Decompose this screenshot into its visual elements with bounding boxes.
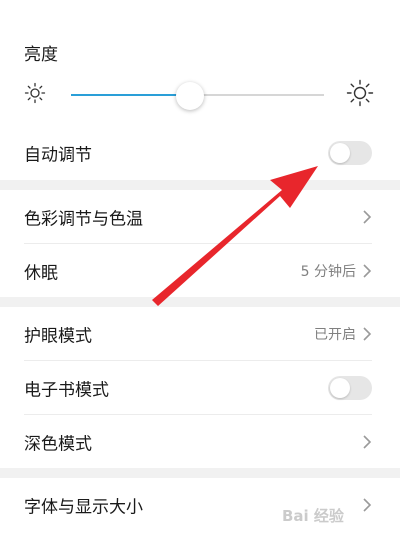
ebook-toggle[interactable] bbox=[328, 376, 372, 400]
toggle-knob bbox=[330, 378, 350, 398]
color-temp-row[interactable]: 色彩调节与色温 bbox=[0, 190, 400, 244]
eye-protect-row[interactable]: 护眼模式 已开启 bbox=[0, 307, 400, 361]
dark-mode-label: 深色模式 bbox=[24, 434, 92, 455]
toggle-knob bbox=[330, 143, 350, 163]
watermark: Bai 经验 bbox=[282, 507, 344, 525]
chevron-right-icon bbox=[363, 435, 372, 449]
auto-adjust-toggle[interactable] bbox=[328, 141, 372, 165]
sleep-label: 休眠 bbox=[24, 263, 58, 284]
chevron-right-icon bbox=[363, 210, 372, 224]
font-size-label: 字体与显示大小 bbox=[24, 497, 143, 518]
brightness-title: 亮度 bbox=[24, 45, 58, 65]
color-temp-label: 色彩调节与色温 bbox=[24, 209, 143, 230]
brightness-slider-row bbox=[0, 72, 400, 118]
eye-protect-value: 已开启 bbox=[314, 327, 356, 343]
section-gap bbox=[0, 180, 400, 190]
auto-adjust-row[interactable]: 自动调节 bbox=[0, 126, 400, 180]
section-gap bbox=[0, 468, 400, 478]
ebook-label: 电子书模式 bbox=[24, 380, 109, 401]
sun-small-icon bbox=[24, 82, 46, 108]
section-gap bbox=[0, 297, 400, 307]
sleep-value: 5 分钟后 bbox=[300, 264, 356, 280]
chevron-right-icon bbox=[363, 498, 372, 512]
sun-large-icon bbox=[346, 79, 374, 111]
brightness-slider-thumb[interactable] bbox=[175, 82, 204, 110]
eye-protect-label: 护眼模式 bbox=[24, 326, 92, 347]
dark-mode-row[interactable]: 深色模式 bbox=[0, 415, 400, 469]
brightness-slider-fill bbox=[71, 94, 190, 96]
sleep-row[interactable]: 休眠 5 分钟后 bbox=[0, 244, 400, 298]
chevron-right-icon bbox=[363, 264, 372, 278]
auto-adjust-label: 自动调节 bbox=[24, 145, 92, 166]
chevron-right-icon bbox=[363, 327, 372, 341]
ebook-row[interactable]: 电子书模式 bbox=[0, 361, 400, 415]
